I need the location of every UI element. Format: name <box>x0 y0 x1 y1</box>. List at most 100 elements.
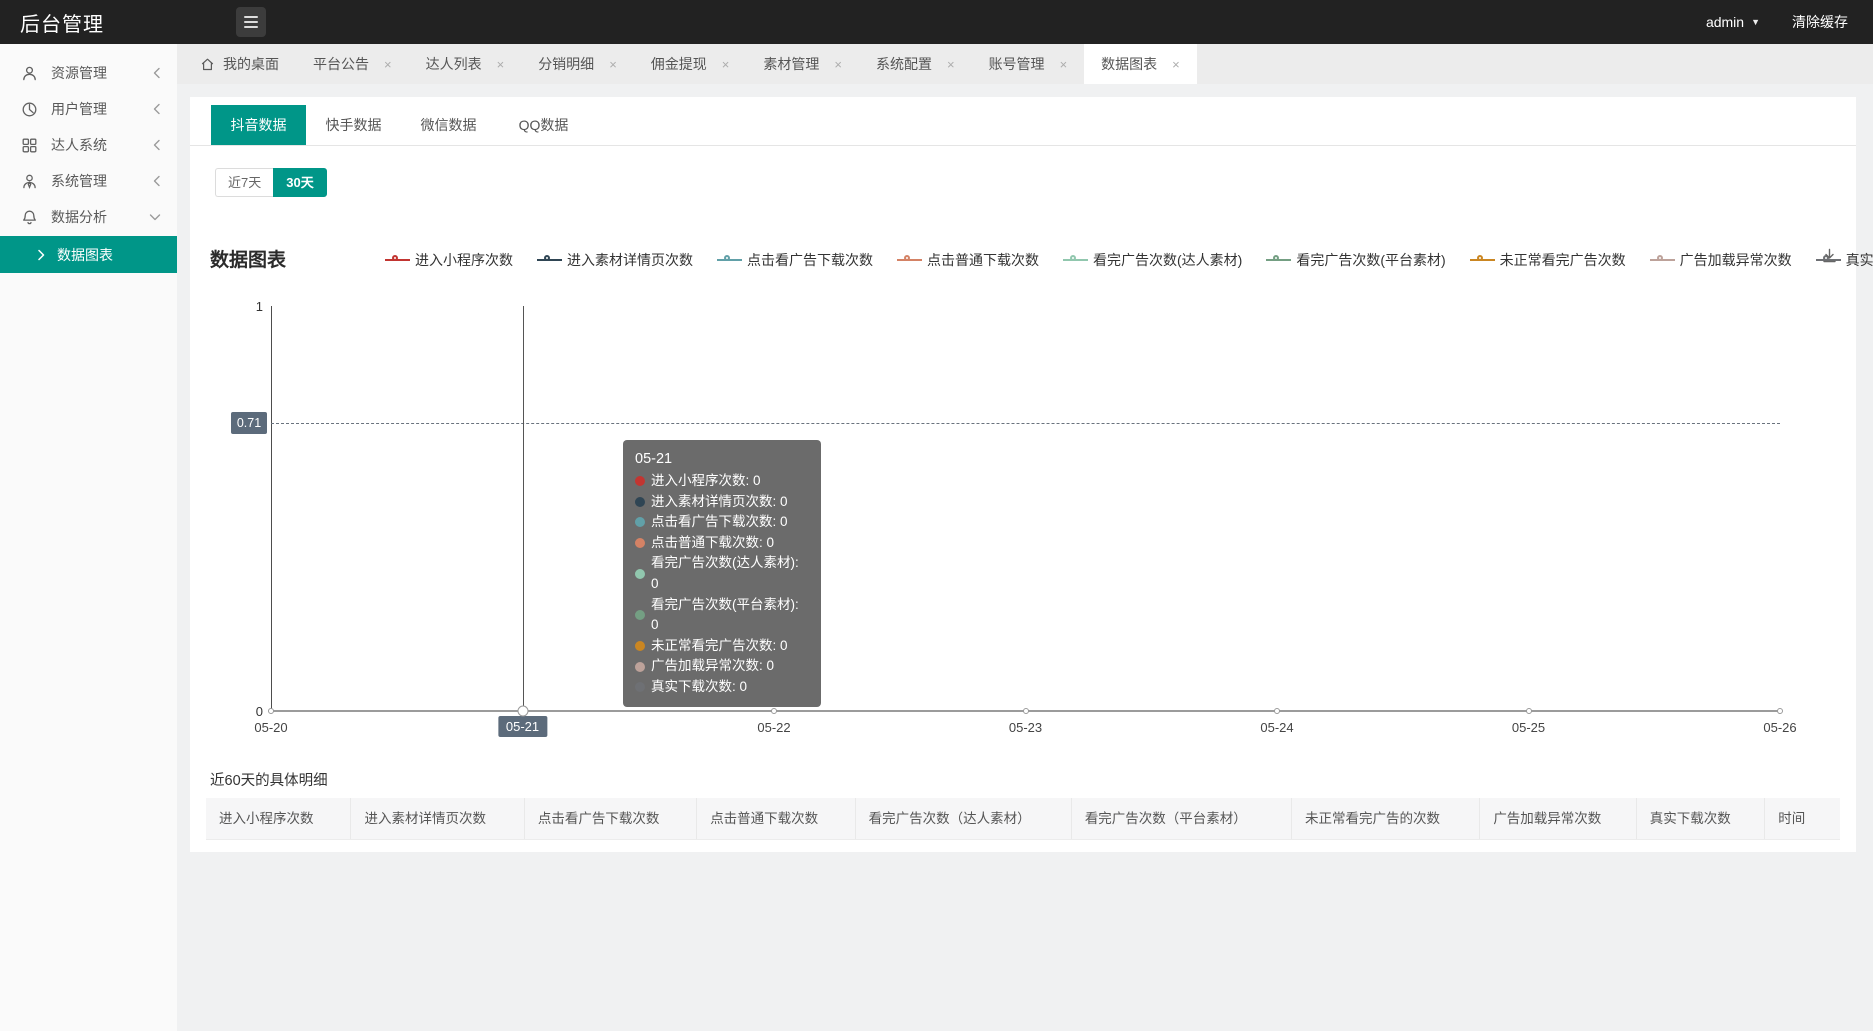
grid-icon <box>21 136 39 154</box>
close-icon[interactable]: × <box>947 57 955 72</box>
home-icon <box>200 57 215 72</box>
legend-line-symbol <box>537 255 562 265</box>
legend-item-abnormal-watch[interactable]: 未正常看完广告次数 <box>1470 250 1626 270</box>
clear-cache-button[interactable]: 清除缓存 <box>1792 12 1848 32</box>
column-header-watch-ad-platform: 看完广告次数（平台素材） <box>1072 798 1292 839</box>
sidebar-item-label: 达人系统 <box>51 135 107 155</box>
y-axis-label: 1 <box>203 299 263 314</box>
sidebar-subitem-data-chart[interactable]: 数据图表 <box>0 236 177 273</box>
chart-tooltip: 05-21 进入小程序次数: 0进入素材详情页次数: 0点击看广告下载次数: 0… <box>623 440 821 707</box>
tooltip-row-text: 看完广告次数(平台素材): 0 <box>651 595 809 636</box>
tab-label: 分销明细 <box>538 54 594 74</box>
tab-system-config[interactable]: 系统配置 × <box>859 44 972 84</box>
close-icon[interactable]: × <box>609 57 617 72</box>
close-icon[interactable]: × <box>384 57 392 72</box>
sidebar-item-data-analysis[interactable]: 数据分析 <box>0 199 177 235</box>
tooltip-row: 广告加载异常次数: 0 <box>635 656 809 677</box>
tab-material-management[interactable]: 素材管理× <box>746 44 859 84</box>
data-point <box>268 708 274 714</box>
tab-my-desktop[interactable]: 我的桌面 <box>183 44 296 84</box>
legend-label: 广告加载异常次数 <box>1680 250 1792 270</box>
close-icon[interactable]: × <box>1172 57 1180 72</box>
tab-distribution-detail[interactable]: 分销明细 × <box>521 44 634 84</box>
pie-circle-icon <box>21 100 39 118</box>
tab-label: 数据图表 <box>1101 54 1157 74</box>
legend-item-click-normal-download[interactable]: 点击普通下载次数 <box>897 250 1039 270</box>
chart-legend: 进入小程序次数 进入素材详情页次数 点击看广告下载次数 点击普通下载次数 看完广告次数(… <box>385 250 1873 270</box>
user-menu[interactable]: admin ▼ <box>1706 14 1760 30</box>
x-axis-label: 05-22 <box>757 720 790 735</box>
column-header-ad-load-error: 广告加载异常次数 <box>1480 798 1636 839</box>
header-actions: admin ▼ 清除缓存 <box>1706 12 1848 32</box>
tooltip-row: 进入小程序次数: 0 <box>635 471 809 492</box>
tab-kuaishou-data[interactable]: 快手数据 <box>306 105 401 145</box>
arrow-right-icon <box>37 249 46 261</box>
legend-item-enter-material-detail[interactable]: 进入素材详情页次数 <box>537 250 693 270</box>
close-icon[interactable]: × <box>497 57 505 72</box>
data-point <box>1777 708 1783 714</box>
tooltip-row-text: 进入小程序次数: 0 <box>651 471 761 492</box>
download-button[interactable] <box>1821 247 1838 264</box>
tab-wechat-data[interactable]: 微信数据 <box>401 105 496 145</box>
legend-line-symbol <box>717 255 742 265</box>
tooltip-rows: 进入小程序次数: 0进入素材详情页次数: 0点击看广告下载次数: 0点击普通下载… <box>635 471 809 698</box>
sidebar-item-label: 用户管理 <box>51 99 107 119</box>
user-tie-icon <box>21 172 39 190</box>
tooltip-row: 真实下载次数: 0 <box>635 677 809 698</box>
tab-commission-withdraw[interactable]: 佣金提现× <box>634 44 747 84</box>
sidebar-item-label: 系统管理 <box>51 171 107 191</box>
tab-expert-list[interactable]: 达人列表 × <box>409 44 522 84</box>
legend-item-click-ad-download[interactable]: 点击看广告下载次数 <box>717 250 873 270</box>
tab-data-chart[interactable]: 数据图表 × <box>1084 44 1197 84</box>
tooltip-row-text: 点击普通下载次数: 0 <box>651 533 774 554</box>
menu-icon <box>244 16 258 18</box>
tooltip-title: 05-21 <box>635 449 809 470</box>
series-dot <box>635 610 645 620</box>
legend-item-enter-miniprogram[interactable]: 进入小程序次数 <box>385 250 513 270</box>
tab-account-management[interactable]: 账号管理 × <box>972 44 1085 84</box>
sidebar-item-resource-management[interactable]: 资源管理 <box>0 55 177 91</box>
sidebar-item-expert-system[interactable]: 达人系统 <box>0 127 177 163</box>
legend-item-watch-ad-expert[interactable]: 看完广告次数(达人素材) <box>1063 250 1242 270</box>
tab-label: 账号管理 <box>989 54 1045 74</box>
series-dot <box>635 517 645 527</box>
tab-label: 系统配置 <box>876 54 932 74</box>
legend-line-symbol <box>1063 255 1088 265</box>
legend-item-watch-ad-platform[interactable]: 看完广告次数(平台素材) <box>1266 250 1445 270</box>
caret-down-icon: ▼ <box>1751 17 1760 27</box>
sidebar-item-label: 数据分析 <box>51 207 107 227</box>
series-dot <box>635 497 645 507</box>
tab-douyin-data[interactable]: 抖音数据 <box>211 105 306 145</box>
column-header-click-normal-download: 点击普通下载次数 <box>697 798 855 839</box>
y-axis-line <box>271 306 272 711</box>
tab-label: 我的桌面 <box>223 54 279 74</box>
chevron-left-icon <box>152 103 161 115</box>
chevron-down-icon <box>149 213 161 222</box>
sidebar: 资源管理用户管理达人系统系统管理数据分析数据图表 <box>0 44 177 1031</box>
tooltip-row: 进入素材详情页次数: 0 <box>635 492 809 513</box>
tab-qq-data[interactable]: QQ数据 <box>496 105 591 145</box>
menu-toggle-button[interactable] <box>236 7 266 37</box>
series-dot <box>635 682 645 692</box>
x-axis-label: 05-25 <box>1512 720 1545 735</box>
sidebar-item-user-management[interactable]: 用户管理 <box>0 91 177 127</box>
sidebar-subitem-label: 数据图表 <box>57 245 113 265</box>
x-axis-label: 05-23 <box>1009 720 1042 735</box>
legend-label: 真实下载次数 <box>1846 250 1873 270</box>
tooltip-row: 未正常看完广告次数: 0 <box>635 636 809 657</box>
legend-label: 点击普通下载次数 <box>927 250 1039 270</box>
close-icon[interactable]: × <box>722 57 730 72</box>
close-icon[interactable]: × <box>1060 57 1068 72</box>
sidebar-item-system-management[interactable]: 系统管理 <box>0 163 177 199</box>
x-axis-label: 05-21 <box>498 716 547 737</box>
legend-item-ad-load-error[interactable]: 广告加载异常次数 <box>1650 250 1792 270</box>
tab-label: 达人列表 <box>426 54 482 74</box>
column-header-enter-miniprogram: 进入小程序次数 <box>206 798 351 839</box>
app-header: 后台管理 admin ▼ 清除缓存 <box>0 0 1873 44</box>
column-header-watch-ad-expert: 看完广告次数（达人素材） <box>856 798 1072 839</box>
last-30-days-button[interactable]: 30天 <box>273 168 326 197</box>
chevron-left-icon <box>152 67 161 79</box>
last-7-days-button[interactable]: 近7天 <box>215 168 273 197</box>
close-icon[interactable]: × <box>834 57 842 72</box>
tab-platform-announcement[interactable]: 平台公告× <box>296 44 409 84</box>
